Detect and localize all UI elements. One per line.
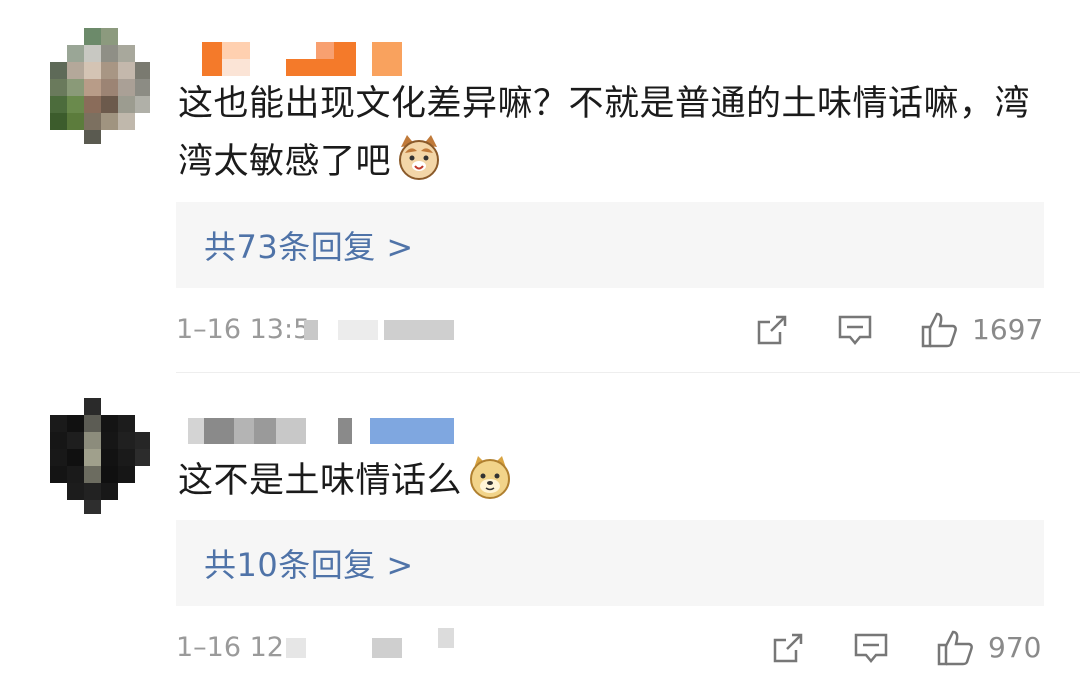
avatar[interactable] [50,28,150,144]
comment-item: 这不是土味情话么 共10条回复 > 1–16 12 970 [0,380,1080,694]
redacted-source [304,320,318,340]
like-button[interactable]: 1697 [920,310,1043,350]
comment-body: 这不是土味情话么 [178,461,463,501]
timestamp: 1–16 13:5 [176,314,311,345]
redacted-source [286,638,306,658]
like-count: 1697 [972,313,1044,346]
redacted-source [438,628,454,648]
share-button[interactable] [770,628,806,668]
thumbs-up-icon [921,312,957,348]
comment-text: 这也能出现文化差异嘛？不就是普通的土味情话嘛，湾湾太敏感了吧 [178,76,1038,191]
like-button[interactable]: 970 [936,628,1041,668]
replies-label: 共10条回复 > [204,546,414,584]
share-button[interactable] [754,310,790,350]
comment-button[interactable] [852,628,890,668]
share-icon [757,315,787,345]
redacted-source [338,320,378,340]
username[interactable] [188,42,408,76]
avatar[interactable] [50,398,150,514]
view-replies-link[interactable]: 共10条回复 > [176,520,1044,606]
thumbs-up-icon [937,630,973,666]
comment-meta: 1–16 13:5 1697 [176,310,1044,350]
comment-body: 这也能出现文化差异嘛？不就是普通的土味情话嘛，湾湾太敏感了吧 [178,84,1031,182]
redacted-source [384,320,454,340]
comment-text: 这不是土味情话么 [178,452,1038,510]
redacted-source [372,638,402,658]
comment-button[interactable] [836,310,874,350]
divider [176,372,1080,373]
comment-icon [838,315,872,345]
user-badge [370,418,454,444]
username[interactable] [188,414,468,448]
like-count: 970 [988,631,1042,664]
view-replies-link[interactable]: 共73条回复 > [176,202,1044,288]
cat-face-emoji [395,133,443,181]
timestamp: 1–16 12 [176,632,284,663]
doge-emoji [466,452,514,500]
comment-meta: 1–16 12 970 [176,628,1044,668]
comment-item: 这也能出现文化差异嘛？不就是普通的土味情话嘛，湾湾太敏感了吧 共73条回复 > … [0,0,1080,372]
replies-label: 共73条回复 > [204,228,414,266]
share-icon [773,633,803,663]
comment-icon [854,633,888,663]
